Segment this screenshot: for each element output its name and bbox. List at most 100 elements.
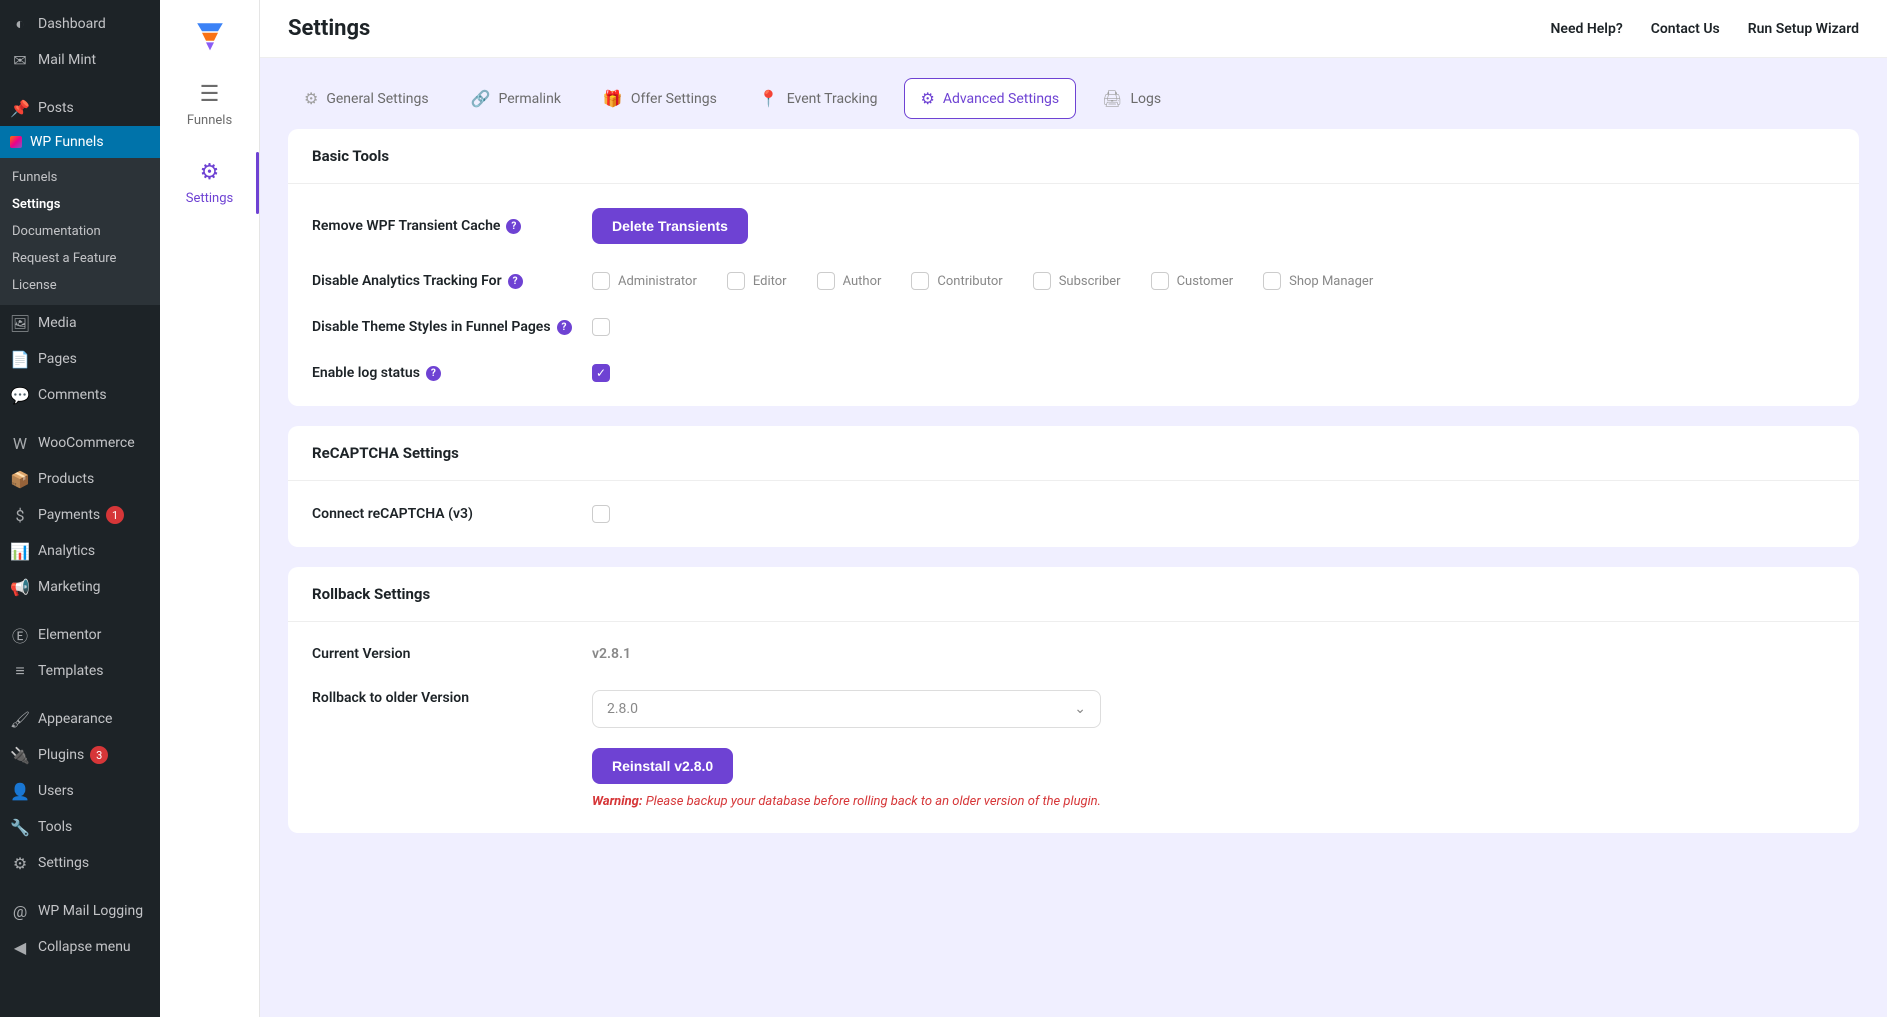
menu-icon: ≡: [10, 661, 30, 681]
help-icon[interactable]: ?: [508, 274, 523, 289]
sidebar-item[interactable]: $Payments1: [0, 497, 160, 533]
delete-transients-button[interactable]: Delete Transients: [592, 208, 748, 244]
plugin-nav-item[interactable]: ☰Funnels: [160, 66, 259, 144]
sidebar-item[interactable]: ≡Templates: [0, 653, 160, 689]
sidebar-item[interactable]: ⚙Settings: [0, 845, 160, 881]
menu-icon: ◐: [10, 14, 30, 34]
tab-icon: 🎁: [603, 89, 623, 108]
role-option: Administrator: [592, 272, 697, 290]
menu-icon: 🖼: [10, 313, 30, 333]
sidebar-item[interactable]: 🔌Plugins3: [0, 737, 160, 773]
settings-tab[interactable]: ⚙General Settings: [288, 78, 445, 119]
role-option: Author: [817, 272, 882, 290]
sidebar-subitem[interactable]: License: [0, 272, 160, 299]
menu-icon: 📢: [10, 577, 30, 597]
role-checkbox[interactable]: [1263, 272, 1281, 290]
sidebar-item[interactable]: ⒺElementor: [0, 617, 160, 653]
sidebar-item[interactable]: 📢Marketing: [0, 569, 160, 605]
sidebar-subitem[interactable]: Documentation: [0, 218, 160, 245]
enable-log-label: Enable log status ?: [312, 365, 592, 381]
role-option: Editor: [727, 272, 787, 290]
current-version-value: v2.8.1: [592, 646, 631, 662]
chevron-down-icon: ⌄: [1074, 701, 1086, 717]
tab-icon: 🖨: [1102, 89, 1122, 108]
sidebar-item[interactable]: 🔧Tools: [0, 809, 160, 845]
sidebar-subitem[interactable]: Request a Feature: [0, 245, 160, 272]
sidebar-item[interactable]: ✉Mail Mint: [0, 42, 160, 78]
sidebar-item[interactable]: 📊Analytics: [0, 533, 160, 569]
sidebar-item[interactable]: 🖼Media: [0, 305, 160, 341]
tab-icon: 📍: [759, 89, 779, 108]
card-title: ReCAPTCHA Settings: [288, 426, 1859, 481]
disable-analytics-label: Disable Analytics Tracking For ?: [312, 273, 592, 289]
menu-icon: @: [10, 901, 30, 921]
menu-icon: ⚙: [10, 853, 30, 873]
menu-icon: ◀: [10, 937, 30, 957]
remove-cache-label: Remove WPF Transient Cache ?: [312, 218, 592, 234]
rollback-warning: Warning: Please backup your database bef…: [592, 794, 1101, 809]
card-title: Basic Tools: [288, 129, 1859, 184]
topbar-link[interactable]: Need Help?: [1551, 21, 1623, 37]
nav-icon: ⚙: [160, 160, 259, 185]
menu-icon: 💬: [10, 385, 30, 405]
tab-icon: ⚙: [304, 89, 318, 108]
sidebar-item[interactable]: ◀Collapse menu: [0, 929, 160, 965]
settings-tab[interactable]: 🔗Permalink: [455, 78, 577, 119]
sidebar-item[interactable]: 📄Pages: [0, 341, 160, 377]
sidebar-item[interactable]: WP Funnels: [0, 126, 160, 158]
plugin-nav-item[interactable]: ⚙Settings: [160, 144, 259, 222]
tab-icon: 🔗: [471, 89, 491, 108]
nav-icon: ☰: [160, 82, 259, 107]
help-icon[interactable]: ?: [426, 366, 441, 381]
funnel-icon: [10, 136, 22, 148]
sidebar-item[interactable]: 💬Comments: [0, 377, 160, 413]
settings-tab[interactable]: 📍Event Tracking: [743, 78, 894, 119]
sidebar-subitem[interactable]: Funnels: [0, 164, 160, 191]
menu-icon: 📊: [10, 541, 30, 561]
sidebar-item[interactable]: ◐Dashboard: [0, 6, 160, 42]
disable-theme-checkbox[interactable]: [592, 318, 610, 336]
tabs-row: ⚙General Settings🔗Permalink🎁Offer Settin…: [260, 58, 1887, 129]
sidebar-item[interactable]: WWooCommerce: [0, 425, 160, 461]
help-icon[interactable]: ?: [557, 320, 572, 335]
sidebar-item[interactable]: 📦Products: [0, 461, 160, 497]
sidebar-item[interactable]: 🖌Appearance: [0, 701, 160, 737]
role-option: Customer: [1151, 272, 1234, 290]
settings-tab[interactable]: 🎁Offer Settings: [587, 78, 733, 119]
sidebar-item[interactable]: 👤Users: [0, 773, 160, 809]
help-icon[interactable]: ?: [506, 219, 521, 234]
card-title: Rollback Settings: [288, 567, 1859, 622]
role-checkbox[interactable]: [727, 272, 745, 290]
menu-icon: 👤: [10, 781, 30, 801]
role-checkbox[interactable]: [592, 272, 610, 290]
rollback-label: Rollback to older Version: [312, 690, 592, 706]
disable-theme-label: Disable Theme Styles in Funnel Pages ?: [312, 319, 592, 335]
sidebar-item[interactable]: 📌Posts: [0, 90, 160, 126]
sidebar-item[interactable]: @WP Mail Logging: [0, 893, 160, 929]
role-checkbox[interactable]: [817, 272, 835, 290]
reinstall-button[interactable]: Reinstall v2.8.0: [592, 748, 733, 784]
menu-icon: ✉: [10, 50, 30, 70]
role-checkbox[interactable]: [1033, 272, 1051, 290]
recaptcha-checkbox[interactable]: [592, 505, 610, 523]
menu-icon: $: [10, 505, 30, 525]
topbar-link[interactable]: Run Setup Wizard: [1748, 21, 1859, 37]
settings-tab[interactable]: 🖨Logs: [1086, 78, 1177, 119]
topbar-link[interactable]: Contact Us: [1651, 21, 1720, 37]
menu-icon: W: [10, 433, 30, 453]
version-select[interactable]: 2.8.0 ⌄: [592, 690, 1101, 728]
menu-icon: 🔧: [10, 817, 30, 837]
current-version-label: Current Version: [312, 646, 592, 662]
settings-tab[interactable]: ⚙Advanced Settings: [904, 78, 1077, 119]
menu-icon: 📄: [10, 349, 30, 369]
sidebar-subitem[interactable]: Settings: [0, 191, 160, 218]
plugin-sidebar: ☰Funnels⚙Settings: [160, 0, 260, 1017]
count-badge: 3: [90, 746, 108, 764]
main-content: Settings Need Help?Contact UsRun Setup W…: [260, 0, 1887, 1017]
menu-icon: 📦: [10, 469, 30, 489]
basic-tools-card: Basic Tools Remove WPF Transient Cache ?…: [288, 129, 1859, 406]
role-checkbox[interactable]: [1151, 272, 1169, 290]
plugin-logo: [160, 10, 259, 66]
role-checkbox[interactable]: [911, 272, 929, 290]
enable-log-checkbox[interactable]: ✓: [592, 364, 610, 382]
